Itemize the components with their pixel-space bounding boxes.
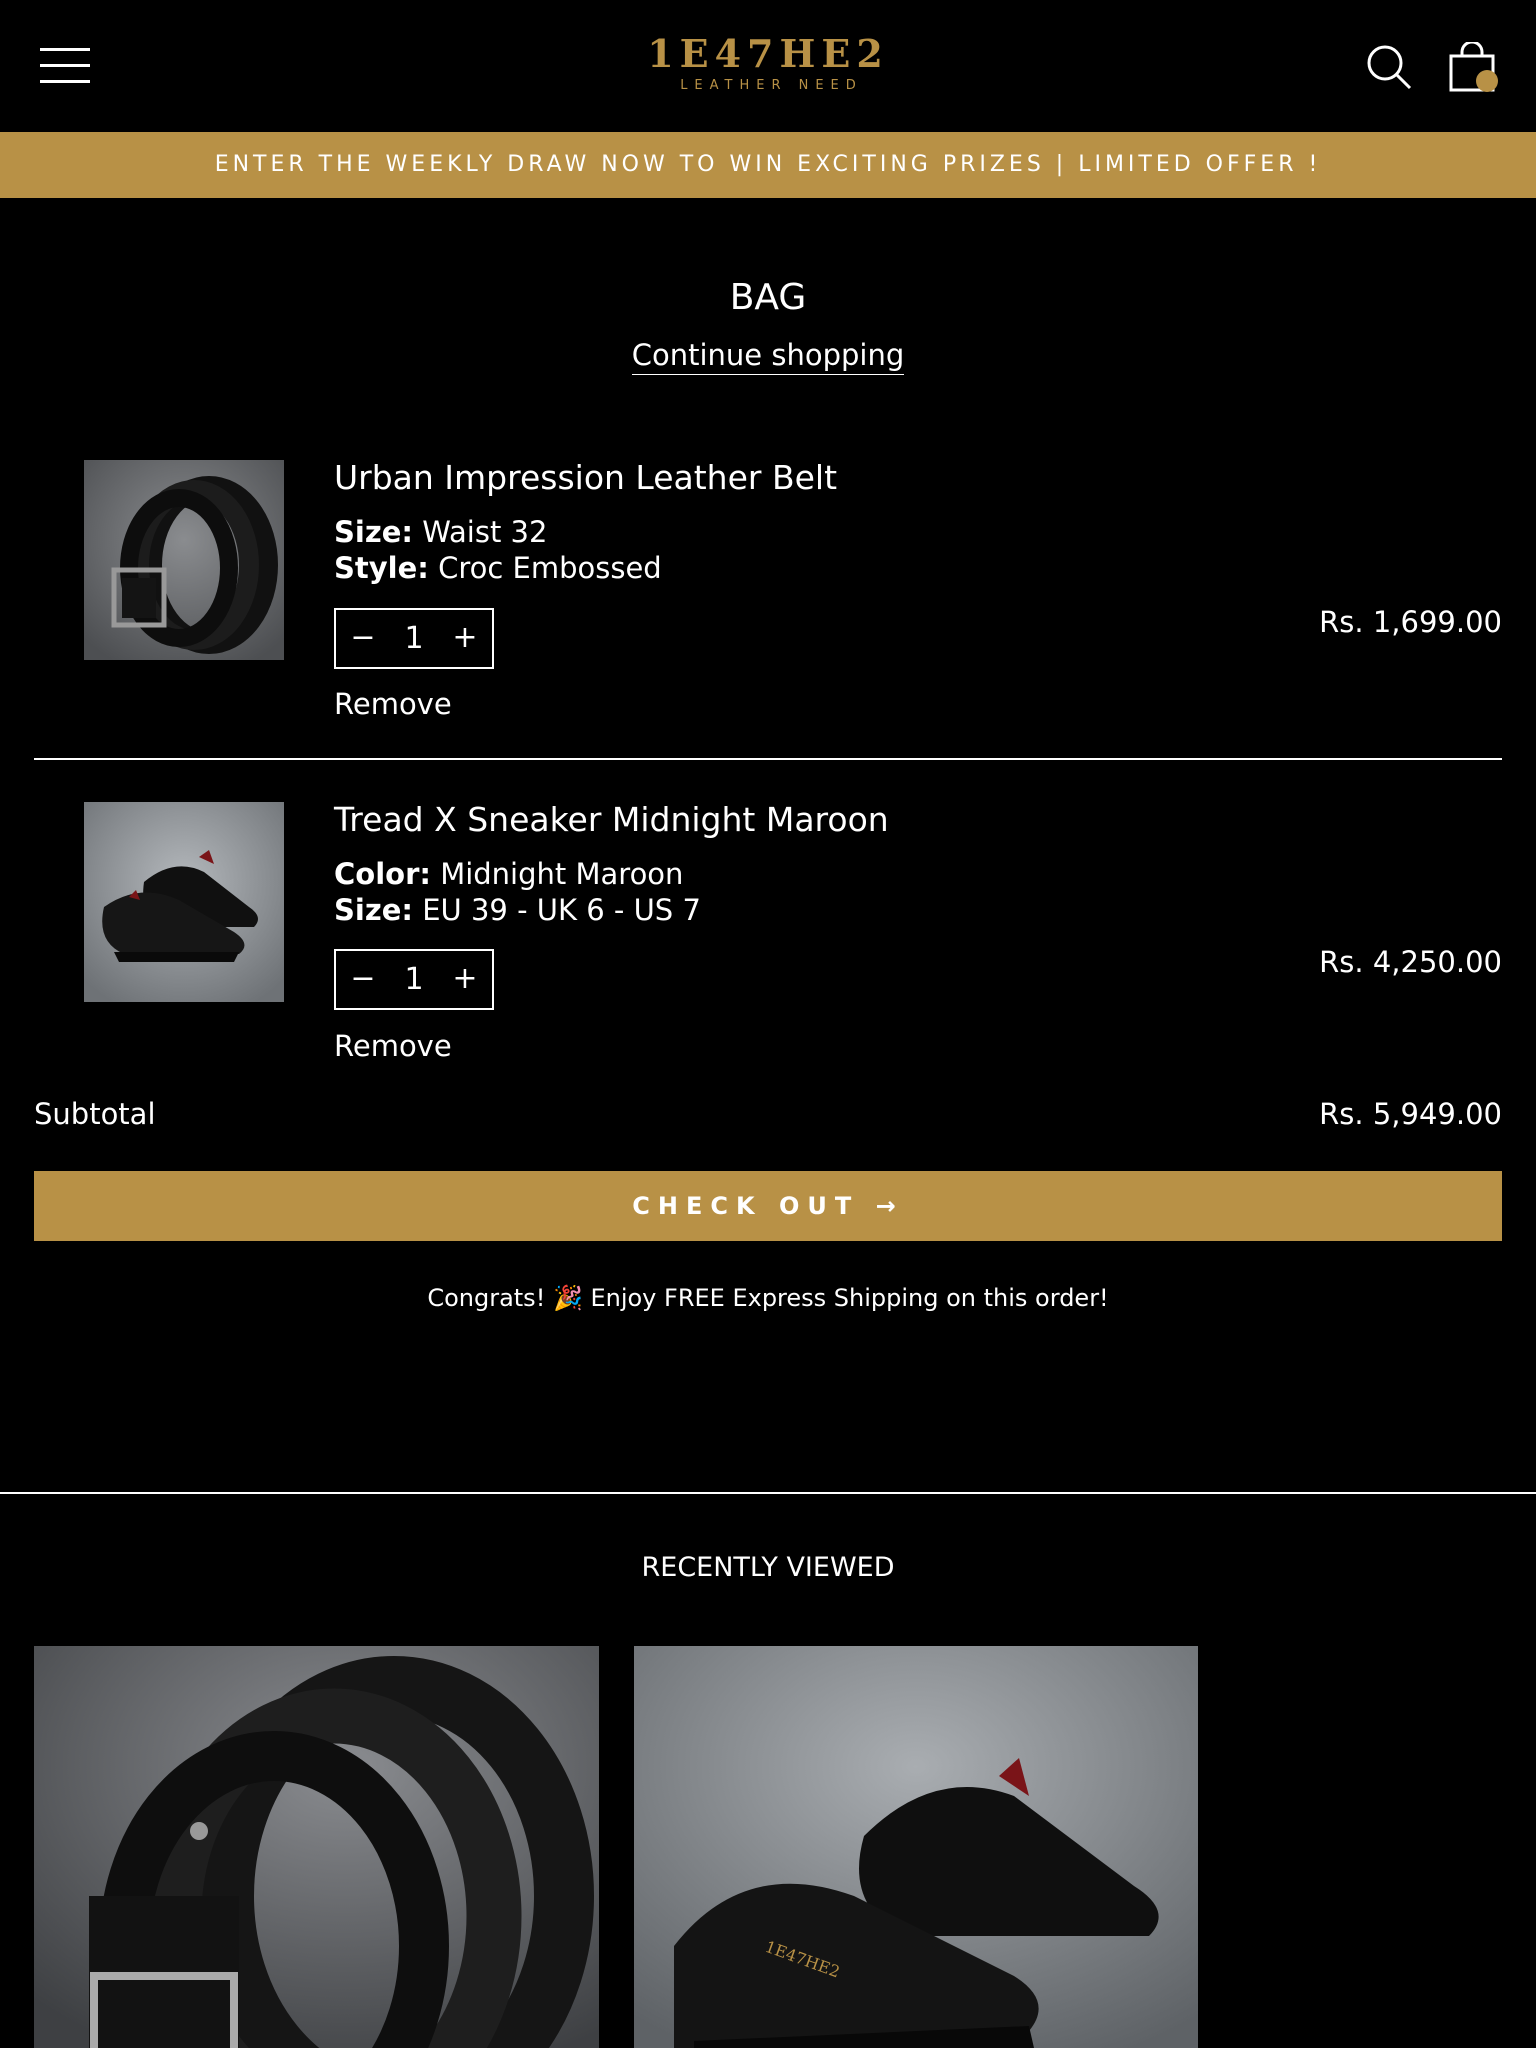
option-value: Waist 32 xyxy=(422,515,548,549)
page-title: BAG xyxy=(729,277,807,318)
quantity-decrement-button[interactable]: − xyxy=(338,951,388,1008)
quantity-input[interactable]: 1 xyxy=(386,610,442,667)
option-label: Size: xyxy=(334,515,413,549)
option-value: EU 39 - UK 6 - US 7 xyxy=(422,893,701,927)
cart-item-option: Style: Croc Embossed xyxy=(334,550,662,586)
free-shipping-note: Congrats! 🎉 Enjoy FREE Express Shipping … xyxy=(427,1284,1109,1312)
checkout-button[interactable]: CHECK OUT → xyxy=(34,1171,1502,1241)
cart-item-price: Rs. 1,699.00 xyxy=(1319,605,1502,639)
continue-shopping-link[interactable]: Continue shopping xyxy=(631,338,905,375)
brand-logo[interactable]: 1E47HE2 LEATHER NEED xyxy=(0,31,1536,94)
quantity-decrement-button[interactable]: − xyxy=(338,610,388,667)
section-divider xyxy=(0,1492,1536,1494)
quantity-input[interactable]: 1 xyxy=(386,951,442,1008)
cart-count-dot xyxy=(1476,70,1498,92)
remove-item-link[interactable]: Remove xyxy=(334,1028,452,1064)
remove-item-link[interactable]: Remove xyxy=(334,686,452,722)
logo-tagline: LEATHER NEED xyxy=(680,78,863,93)
cart-item-option: Color: Midnight Maroon xyxy=(334,856,683,892)
quantity-increment-button[interactable]: + xyxy=(440,951,490,1008)
quantity-increment-button[interactable]: + xyxy=(440,610,490,667)
site-header: 1E47HE2 LEATHER NEED xyxy=(0,0,1536,132)
continue-shopping-wrap: Continue shopping xyxy=(0,338,1536,375)
cart-item-price: Rs. 4,250.00 xyxy=(1319,945,1502,979)
item-divider xyxy=(34,758,1502,760)
option-value: Croc Embossed xyxy=(438,551,662,585)
subtotal-value: Rs. 5,949.00 xyxy=(1319,1097,1502,1131)
option-label: Color: xyxy=(334,857,431,891)
cart-item-name[interactable]: Urban Impression Leather Belt xyxy=(334,458,837,498)
option-value: Midnight Maroon xyxy=(440,857,684,891)
sneaker-thumbnail[interactable] xyxy=(84,802,284,1002)
option-label: Size: xyxy=(334,893,413,927)
search-icon[interactable] xyxy=(1366,44,1412,90)
recently-viewed-title: RECENTLY VIEWED xyxy=(641,1552,895,1583)
subtotal-label: Subtotal xyxy=(34,1097,156,1131)
belt-thumbnail[interactable] xyxy=(84,460,284,660)
recently-viewed-belt-image[interactable] xyxy=(34,1646,599,2048)
option-label: Style: xyxy=(334,551,429,585)
recently-viewed-sneaker-image[interactable]: 1E47HE2 xyxy=(634,1646,1198,2048)
promo-banner[interactable]: ENTER THE WEEKLY DRAW NOW TO WIN EXCITIN… xyxy=(0,132,1536,198)
cart-item-option: Size: EU 39 - UK 6 - US 7 xyxy=(334,892,701,928)
quantity-stepper: − 1 + xyxy=(334,608,494,669)
cart-item-name[interactable]: Tread X Sneaker Midnight Maroon xyxy=(334,800,889,840)
logo-wordmark: 1E47HE2 xyxy=(647,31,889,76)
quantity-stepper: − 1 + xyxy=(334,949,494,1010)
cart-item-option: Size: Waist 32 xyxy=(334,514,547,550)
